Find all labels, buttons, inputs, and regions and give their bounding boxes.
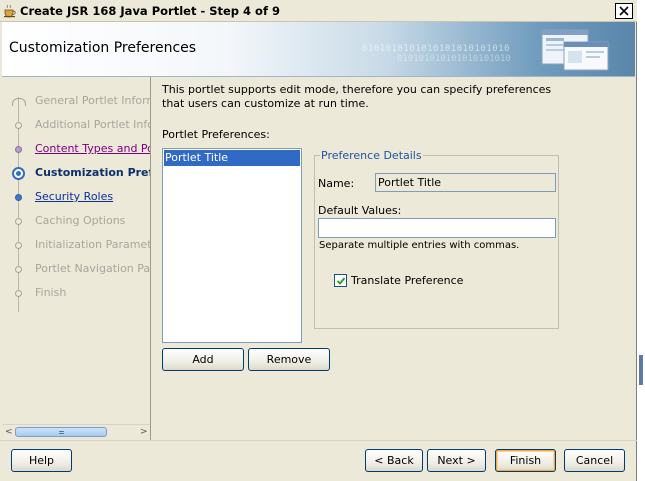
wizard-steps-panel: General Portlet Informati Additional Por… bbox=[3, 77, 151, 440]
default-values-hint: Separate multiple entries with commas. bbox=[319, 240, 520, 251]
step-dot-icon bbox=[15, 218, 22, 225]
page-title: Customization Preferences bbox=[9, 40, 197, 56]
nav-step-portlet-navigation-parameters: Portlet Navigation Paran bbox=[3, 261, 151, 279]
nav-step-label: Security Roles bbox=[35, 190, 114, 203]
nav-step-general-portlet-information: General Portlet Informati bbox=[3, 93, 150, 111]
background-strip bbox=[637, 0, 645, 481]
nav-step-label: Customization Prefe bbox=[35, 166, 151, 179]
back-button[interactable]: < Back bbox=[365, 449, 423, 472]
nav-step-initialization-parameters: Initialization Parameters bbox=[3, 237, 151, 255]
finish-button[interactable]: Finish bbox=[495, 449, 556, 472]
scroll-left-icon[interactable]: < bbox=[5, 427, 15, 437]
nav-step-content-types[interactable]: Content Types and Port bbox=[3, 141, 151, 159]
close-icon bbox=[619, 6, 629, 16]
scroll-thumb[interactable] bbox=[15, 427, 107, 437]
nav-step-additional-portlet-information: Additional Portlet Inform bbox=[3, 117, 150, 135]
step-dot-icon bbox=[15, 242, 22, 249]
add-button[interactable]: Add bbox=[162, 348, 244, 371]
step-current-icon bbox=[12, 167, 25, 180]
remove-button[interactable]: Remove bbox=[248, 348, 330, 371]
wizard-banner-icon bbox=[541, 29, 609, 71]
nav-step-label: General Portlet Informati bbox=[35, 94, 150, 107]
nav-step-label: Content Types and Port bbox=[35, 142, 151, 155]
nav-step-security-roles[interactable]: Security Roles bbox=[3, 189, 150, 207]
nav-step-label: Portlet Navigation Paran bbox=[35, 262, 151, 275]
banner-binary-decoration-2: 010101010101010101010 bbox=[397, 54, 511, 64]
wizard-window: Create JSR 168 Java Portlet - Step 4 of … bbox=[0, 0, 637, 481]
header-banner: Customization Preferences 01010101010101… bbox=[2, 22, 635, 76]
steps-horizontal-scrollbar[interactable]: < > bbox=[3, 424, 150, 438]
step-dot-icon bbox=[15, 290, 22, 297]
name-field[interactable]: Portlet Title bbox=[375, 173, 556, 192]
portlet-preferences-list[interactable]: Portlet Title bbox=[162, 148, 302, 343]
next-button[interactable]: Next > bbox=[427, 449, 486, 472]
background-mark bbox=[639, 355, 643, 385]
nav-step-label: Finish bbox=[35, 286, 67, 299]
step-dot-icon bbox=[15, 146, 22, 153]
help-button[interactable]: Help bbox=[11, 449, 72, 472]
default-values-input[interactable] bbox=[318, 218, 556, 238]
scroll-right-icon[interactable]: > bbox=[140, 427, 150, 437]
step-start-icon bbox=[12, 98, 26, 106]
step-dot-icon bbox=[15, 266, 22, 273]
close-button[interactable] bbox=[615, 3, 633, 19]
cancel-button[interactable]: Cancel bbox=[564, 449, 625, 472]
list-item[interactable]: Portlet Title bbox=[164, 150, 300, 166]
step-dot-icon bbox=[15, 194, 22, 201]
step-dot-icon bbox=[15, 122, 22, 129]
java-cup-icon bbox=[4, 4, 16, 18]
translate-preference-label[interactable]: Translate Preference bbox=[351, 274, 463, 287]
translate-preference-checkbox[interactable] bbox=[334, 274, 347, 287]
title-bar: Create JSR 168 Java Portlet - Step 4 of … bbox=[0, 0, 637, 22]
nav-step-label: Additional Portlet Inform bbox=[35, 118, 150, 131]
grip-icon bbox=[59, 431, 64, 434]
nav-step-label: Initialization Parameters bbox=[35, 238, 151, 251]
nav-step-caching-options: Caching Options bbox=[3, 213, 150, 231]
banner-binary-decoration: 0101010101010101010101010 bbox=[362, 44, 510, 54]
default-values-label: Default Values: bbox=[318, 204, 402, 217]
nav-step-customization-preferences: Customization Prefe bbox=[3, 165, 151, 183]
nav-step-finish: Finish bbox=[3, 285, 150, 303]
footer-divider bbox=[0, 440, 637, 441]
page-description: This portlet supports edit mode, therefo… bbox=[162, 83, 552, 110]
preference-details-legend: Preference Details bbox=[320, 149, 423, 162]
name-label: Name: bbox=[318, 177, 355, 190]
checkmark-icon bbox=[336, 277, 346, 285]
nav-step-label: Caching Options bbox=[35, 214, 126, 227]
window-title: Create JSR 168 Java Portlet - Step 4 of … bbox=[20, 4, 280, 18]
portlet-preferences-label: Portlet Preferences: bbox=[162, 128, 270, 141]
